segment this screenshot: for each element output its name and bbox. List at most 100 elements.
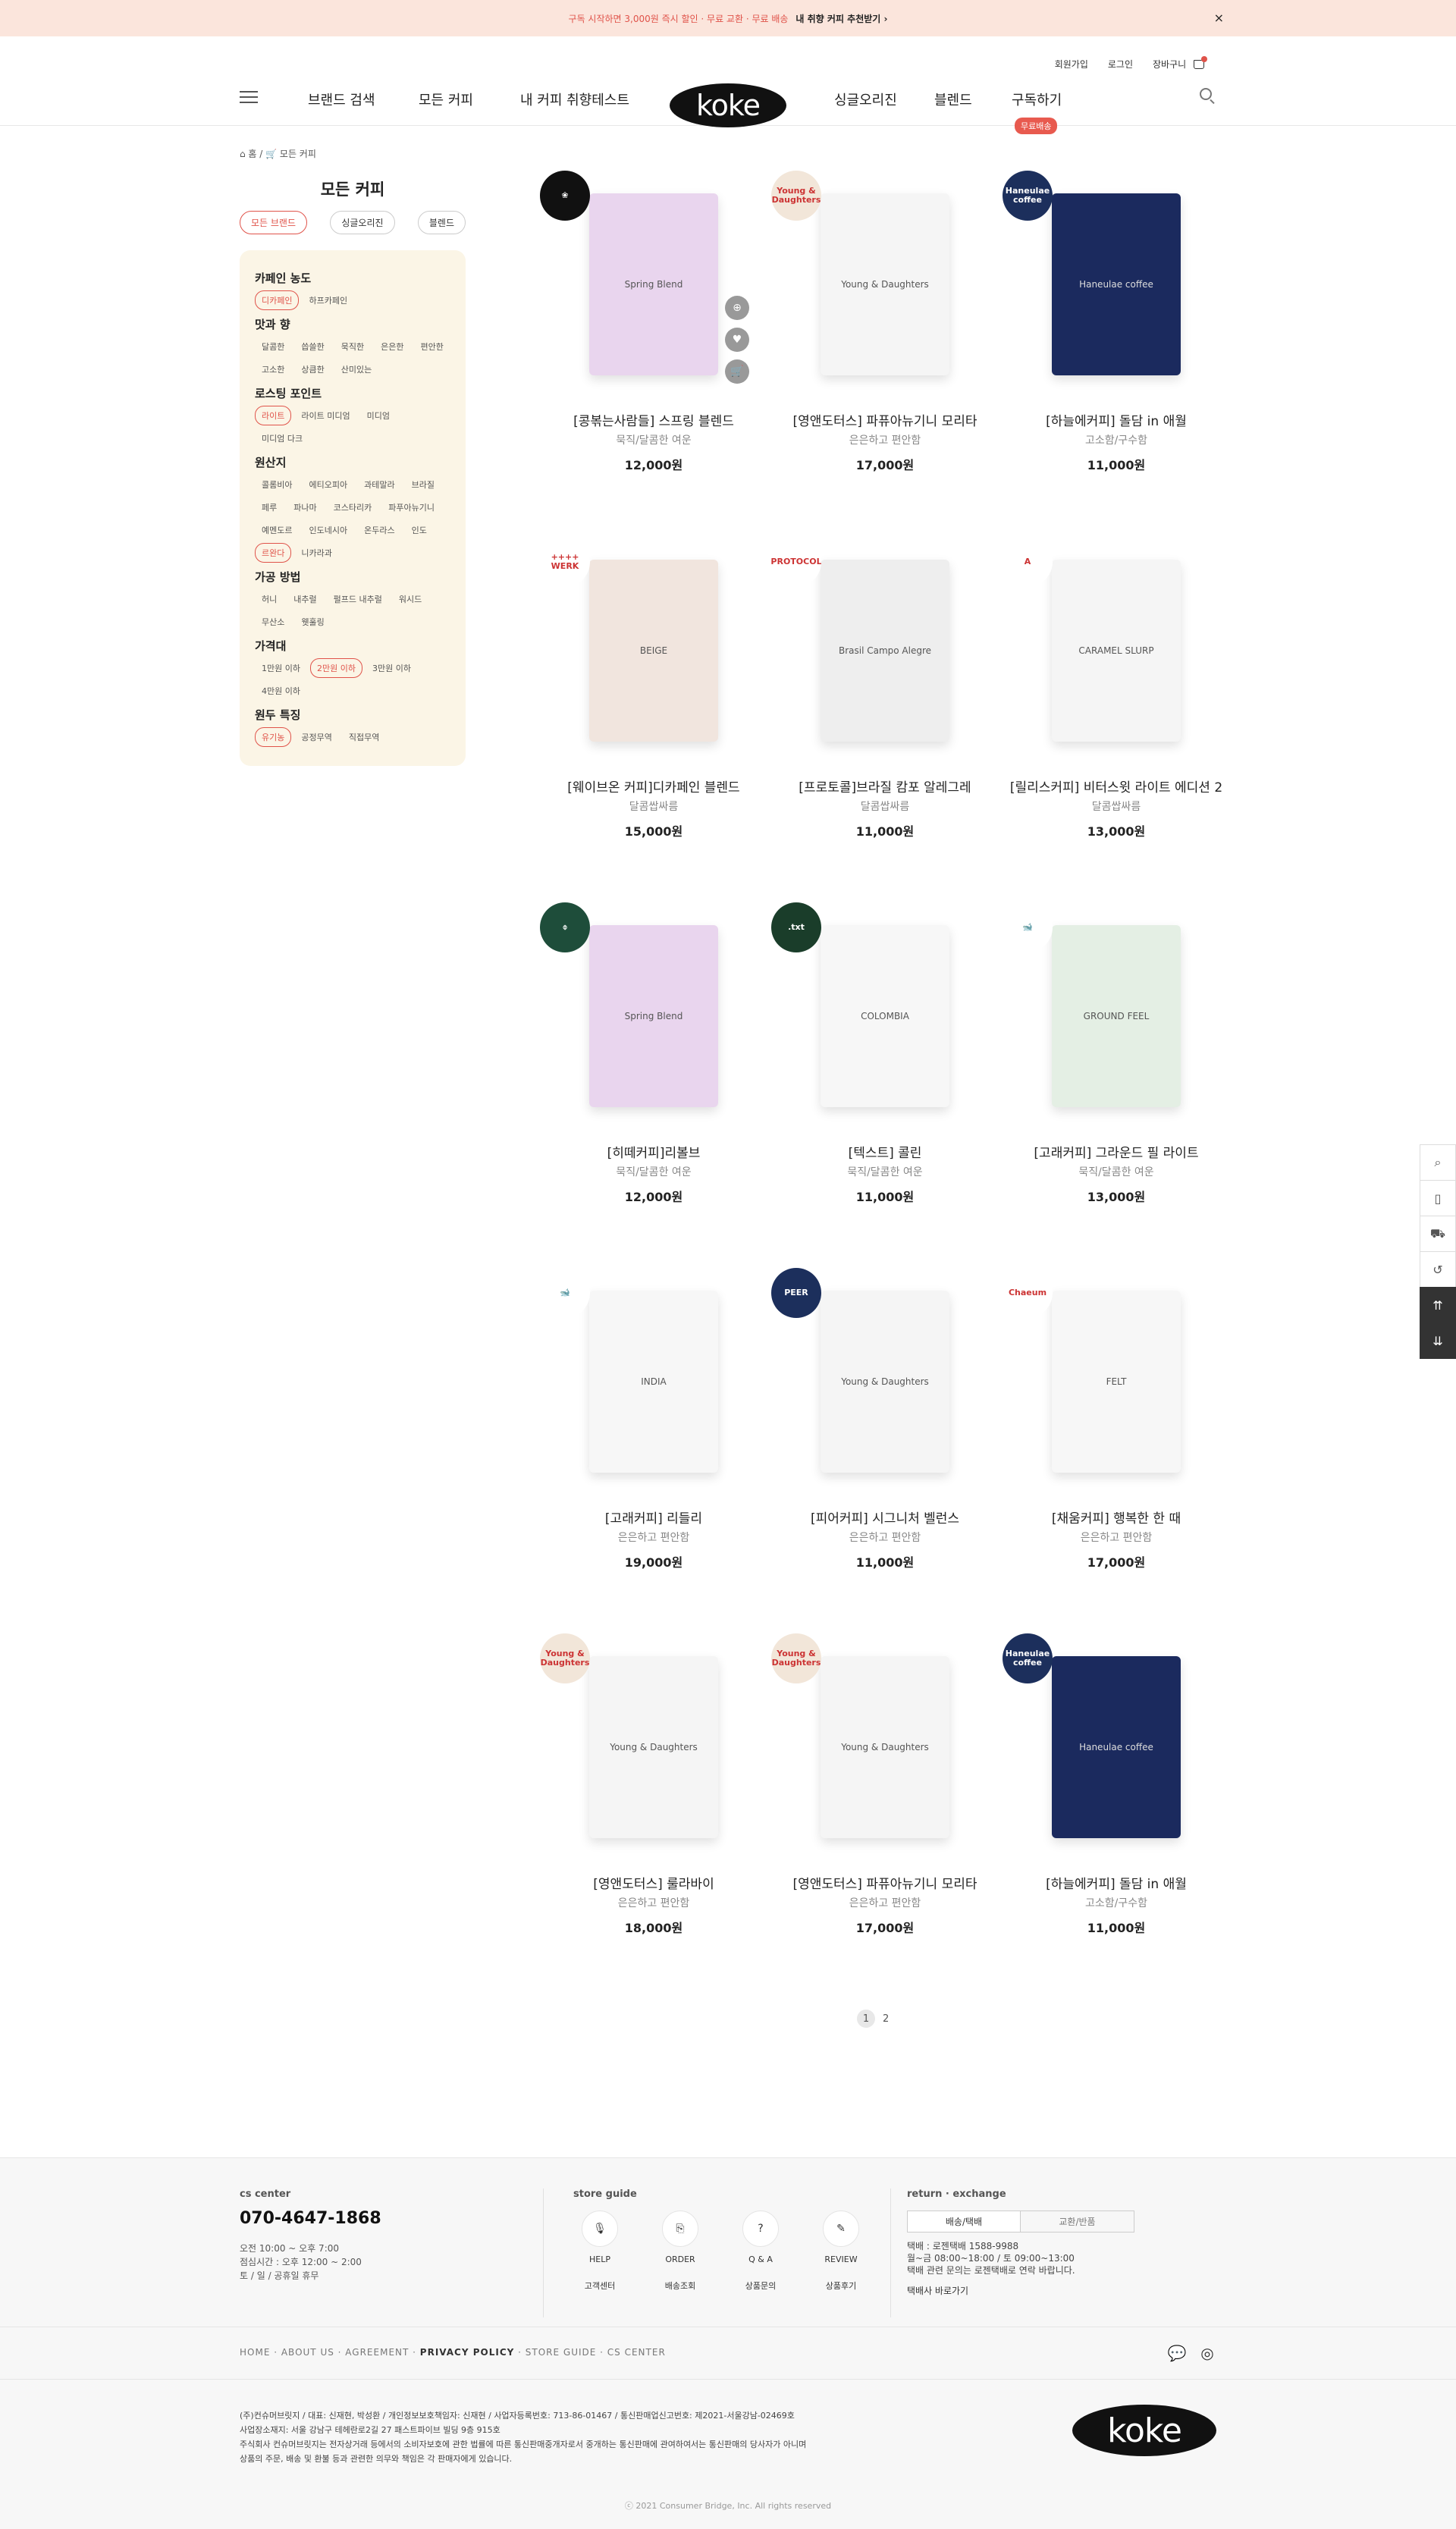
filter-chip[interactable]: 과테말라 [357, 475, 401, 494]
filter-chip[interactable]: 미디엄 다크 [255, 428, 309, 448]
guide-order[interactable]: ⎘ ORDER 배송조회 [654, 2211, 707, 2292]
filter-chip[interactable]: 고소한 [255, 359, 291, 379]
footer-links[interactable]: HOME · ABOUT US · AGREEMENT · PRIVACY PO… [240, 2347, 666, 2358]
privacy-policy-link[interactable]: PRIVACY POLICY [420, 2347, 515, 2358]
product-name[interactable]: [채움커피] 행복한 한 때 [1003, 1508, 1230, 1526]
filter-chip[interactable]: 파나마 [287, 497, 323, 517]
tab-delivery[interactable]: 배송/택배 [907, 2211, 1021, 2232]
product-card[interactable]: Young & Daughters Young & Daughters [영앤도… [771, 1633, 999, 1936]
product-card[interactable]: CARAMEL SLURP A [릴리스커피] 비터스윗 라이트 에디션 2 달… [1003, 537, 1230, 839]
product-card[interactable]: Haneulae coffee Haneulae coffee [하늘에커피] … [1003, 1633, 1230, 1936]
product-image[interactable]: CARAMEL SLURP A [1003, 537, 1230, 764]
filter-chip[interactable]: 예멘도르 [255, 520, 299, 540]
product-image[interactable]: GROUND FEEL 🐋 [1003, 902, 1230, 1130]
filter-chip[interactable]: 파푸아뉴기니 [381, 497, 441, 517]
product-name[interactable]: [웨이브온 커피]디카페인 블렌드 [540, 777, 767, 795]
product-card[interactable]: Spring Blend ❀ ⊕ ♥ 🛒 [콩볶는사람들] 스프링 블렌드 묵직/달… [540, 171, 767, 473]
nav-subscribe[interactable]: 구독하기 [1012, 89, 1062, 109]
cart-link[interactable]: 장바구니 [1153, 56, 1207, 71]
chat-icon[interactable]: 💬 [1168, 2344, 1187, 2362]
history-icon[interactable]: ↺ [1420, 1251, 1456, 1288]
tab-return[interactable]: 교환/반품 [1021, 2211, 1134, 2232]
filter-chip[interactable]: 1만원 이하 [255, 658, 307, 678]
filter-chip[interactable]: 워시드 [392, 589, 428, 609]
filter-chip[interactable]: 온두라스 [357, 520, 401, 540]
filter-chip[interactable]: 웻훌링 [294, 612, 331, 632]
filter-chip[interactable]: 콜롬비아 [255, 475, 299, 494]
product-card[interactable]: Young & Daughters PEER [피어커피] 시그니처 벨런스 은… [771, 1268, 999, 1570]
product-name[interactable]: [영앤도터스] 룰라바이 [540, 1873, 767, 1892]
product-name[interactable]: [고래커피] 그라운드 필 라이트 [1003, 1142, 1230, 1161]
footer-links-b[interactable]: · STORE GUIDE · CS CENTER [514, 2347, 665, 2358]
tab-blend[interactable]: 블렌드 [417, 211, 466, 234]
cart-icon[interactable]: 🛒 [725, 359, 749, 384]
product-name[interactable]: [텍스트] 콜린 [771, 1142, 999, 1161]
product-card[interactable]: Haneulae coffee Haneulae coffee [하늘에커피] … [1003, 171, 1230, 473]
promo-banner[interactable]: 구독 시작하면 3,000원 즉시 할인 · 무료 교환 · 무료 배송 내 취… [0, 0, 1456, 36]
filter-chip[interactable]: 브라질 [405, 475, 441, 494]
footer-links-a[interactable]: HOME · ABOUT US · AGREEMENT · [240, 2347, 420, 2358]
scroll-bottom-icon[interactable]: ⇊ [1420, 1323, 1456, 1359]
product-name[interactable]: [영앤도터스] 파퓨아뉴기니 모리타 [771, 410, 999, 429]
filter-chip[interactable]: 달콤한 [255, 337, 291, 356]
nav-blend[interactable]: 블렌드 [934, 89, 972, 109]
product-name[interactable]: [콩볶는사람들] 스프링 블렌드 [540, 410, 767, 429]
zoom-icon[interactable]: ⊕ [725, 296, 749, 320]
instagram-icon[interactable]: ◎ [1198, 2344, 1216, 2362]
filter-chip[interactable]: 르완다 [255, 543, 292, 563]
filter-chip[interactable]: 인도 [405, 520, 434, 540]
guide-qna[interactable]: ? Q & A 상품문의 [734, 2211, 787, 2292]
guide-review[interactable]: ✎ REVIEW 상품후기 [814, 2211, 868, 2292]
product-card[interactable]: FELT Chaeum [채움커피] 행복한 한 때 은은하고 편안함 17,0… [1003, 1268, 1230, 1570]
product-card[interactable]: Brasil Campo Alegre PROTOCOL [프로토콜]브라질 캄… [771, 537, 999, 839]
promo-link[interactable]: 내 취향 커피 추천받기 › [795, 12, 887, 25]
product-image[interactable]: Haneulae coffee Haneulae coffee [1003, 171, 1230, 398]
filter-chip[interactable]: 묵직한 [334, 337, 371, 356]
filter-chip[interactable]: 하프카페인 [302, 290, 354, 310]
filter-chip[interactable]: 인도네시아 [302, 520, 354, 540]
search-icon[interactable]: ⌕ [1420, 1144, 1456, 1181]
bag-icon[interactable]: ▯ [1420, 1180, 1456, 1216]
menu-icon[interactable] [240, 91, 258, 103]
product-image[interactable]: Young & Daughters Young & Daughters [771, 171, 999, 398]
product-name[interactable]: [영앤도터스] 파퓨아뉴기니 모리타 [771, 1873, 999, 1892]
filter-chip[interactable]: 직접무역 [342, 727, 386, 747]
product-image[interactable]: COLOMBIA .txt [771, 902, 999, 1130]
product-card[interactable]: Young & Daughters Young & Daughters [영앤도… [540, 1633, 767, 1936]
product-image[interactable]: INDIA 🐋 [540, 1268, 767, 1495]
filter-chip[interactable]: 상큼한 [294, 359, 331, 379]
product-card[interactable]: BEIGE ++++ WERK [웨이브온 커피]디카페인 블렌드 달콤쌉싸름 … [540, 537, 767, 839]
product-name[interactable]: [프로토콜]브라질 캄포 알레그레 [771, 777, 999, 795]
login-link[interactable]: 로그인 [1108, 58, 1133, 71]
search-icon[interactable] [1200, 88, 1212, 100]
filter-chip[interactable]: 디카페인 [255, 290, 300, 310]
filter-chip[interactable]: 유기농 [255, 727, 292, 747]
filter-chip[interactable]: 니카라과 [294, 543, 338, 563]
tab-all-brands[interactable]: 모든 브랜드 [240, 211, 308, 234]
product-image[interactable]: Haneulae coffee Haneulae coffee [1003, 1633, 1230, 1861]
filter-chip[interactable]: 3만원 이하 [366, 658, 418, 678]
product-card[interactable]: Young & Daughters Young & Daughters [영앤도… [771, 171, 999, 473]
filter-chip[interactable]: 라이트 미디엄 [294, 406, 356, 425]
heart-icon[interactable]: ♥ [725, 328, 749, 352]
nav-brand-search[interactable]: 브랜드 검색 [308, 89, 375, 109]
scroll-top-icon[interactable]: ⇈ [1420, 1287, 1456, 1323]
truck-icon[interactable]: ⛟ [1420, 1216, 1456, 1252]
nav-taste-test[interactable]: 내 커피 취향테스트 [520, 89, 629, 109]
product-name[interactable]: [하늘에커피] 돌담 in 애월 [1003, 410, 1230, 429]
filter-chip[interactable]: 펄프드 내추럴 [327, 589, 389, 609]
product-name[interactable]: [히떼커피]리볼브 [540, 1142, 767, 1161]
filter-chip[interactable]: 내추럴 [287, 589, 323, 609]
tab-single-origin[interactable]: 싱글오리진 [330, 211, 395, 234]
product-image[interactable]: Young & Daughters PEER [771, 1268, 999, 1495]
product-card[interactable]: GROUND FEEL 🐋 [고래커피] 그라운드 필 라이트 묵직/달콤한 여… [1003, 902, 1230, 1205]
product-card[interactable]: INDIA 🐋 [고래커피] 리들리 은은하고 편안함 19,000원 [540, 1268, 767, 1570]
page-1[interactable]: 1 [857, 2010, 875, 2028]
close-icon[interactable]: × [1214, 11, 1224, 25]
product-image[interactable]: Brasil Campo Alegre PROTOCOL [771, 537, 999, 764]
filter-chip[interactable]: 코스타리카 [327, 497, 379, 517]
nav-all-coffee[interactable]: 모든 커피 [419, 89, 473, 109]
product-image[interactable]: BEIGE ++++ WERK [540, 537, 767, 764]
filter-chip[interactable]: 편안한 [414, 337, 450, 356]
logo[interactable]: koke [670, 83, 786, 127]
